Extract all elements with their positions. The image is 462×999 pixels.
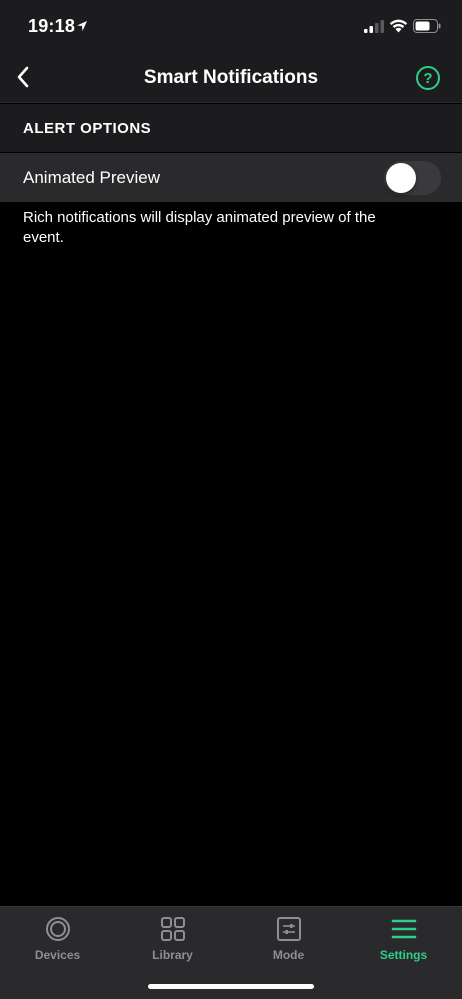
wifi-icon	[389, 19, 408, 33]
status-time: 19:18	[28, 16, 76, 36]
animated-preview-toggle[interactable]	[384, 161, 441, 195]
battery-icon	[413, 19, 441, 33]
animated-preview-label: Animated Preview	[23, 168, 161, 187]
navigation-bar: Smart Notifications ?	[0, 52, 462, 103]
tab-label-library: Library	[152, 948, 193, 962]
location-arrow-icon	[77, 21, 87, 31]
tab-label-mode: Mode	[272, 948, 305, 962]
mode-sliders-icon	[276, 917, 301, 941]
animated-preview-description: Rich notifications will display animated…	[23, 209, 376, 246]
tab-mode[interactable]: Mode	[231, 907, 346, 977]
library-grid-icon	[160, 917, 185, 941]
home-indicator	[148, 984, 314, 989]
hamburger-menu-icon	[391, 919, 416, 939]
devices-icon	[45, 917, 70, 941]
tab-label-devices: Devices	[34, 948, 81, 962]
section-title: ALERT OPTIONS	[23, 120, 152, 137]
tab-library[interactable]: Library	[115, 907, 230, 977]
tab-settings[interactable]: Settings	[346, 907, 461, 977]
signal-icon	[364, 20, 384, 33]
question-circle-icon: ?	[423, 69, 433, 87]
status-bar: 19:18	[0, 0, 462, 52]
toggle-knob	[386, 163, 416, 193]
help-button[interactable]: ?	[416, 66, 440, 90]
page-title: Smart Notifications	[143, 67, 319, 88]
tab-devices[interactable]: Devices	[0, 907, 115, 977]
alert-options-header: ALERT OPTIONS	[0, 104, 462, 152]
animated-preview-row: Animated Preview	[0, 153, 462, 202]
tab-label-settings: Settings	[379, 948, 428, 962]
